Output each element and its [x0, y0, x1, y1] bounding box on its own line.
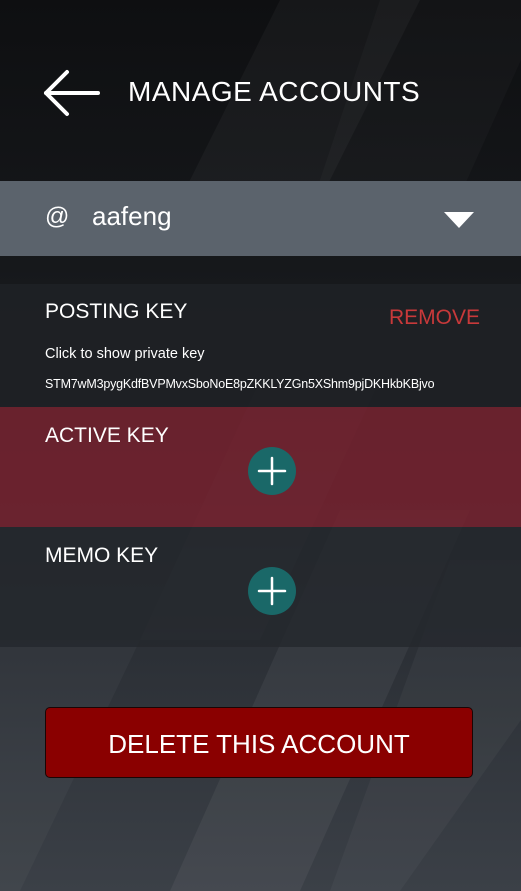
add-memo-key-button[interactable] — [248, 567, 296, 615]
caret-down-icon — [444, 212, 474, 230]
posting-public-key: STM7wM3pygKdfBVPMvxSboNoE8pZKKLYZGn5XShm… — [45, 377, 435, 391]
memo-key-title: MEMO KEY — [45, 544, 159, 567]
page-title: MANAGE ACCOUNTS — [128, 76, 421, 107]
back-button[interactable] — [40, 66, 102, 120]
active-key-section: ACTIVE KEY — [0, 407, 521, 527]
active-key-title: ACTIVE KEY — [45, 424, 169, 447]
memo-key-section: MEMO KEY — [0, 527, 521, 647]
header: MANAGE ACCOUNTS — [0, 0, 521, 181]
add-active-key-button[interactable] — [248, 447, 296, 495]
posting-key-title: POSTING KEY — [45, 300, 188, 323]
arrow-left-icon — [40, 66, 102, 120]
account-selector[interactable]: @ aafeng — [0, 181, 521, 256]
delete-account-button[interactable]: DELETE THIS ACCOUNT — [45, 707, 473, 778]
remove-button[interactable]: REMOVE — [389, 306, 480, 330]
account-name: aafeng — [92, 201, 172, 231]
delete-account-label: DELETE THIS ACCOUNT — [108, 729, 410, 759]
at-symbol: @ — [45, 203, 70, 230]
plus-circle-icon — [248, 567, 296, 615]
show-private-key-link[interactable]: Click to show private key — [45, 346, 205, 362]
plus-circle-icon — [248, 447, 296, 495]
posting-key-section: POSTING KEY REMOVE Click to show private… — [0, 284, 521, 407]
